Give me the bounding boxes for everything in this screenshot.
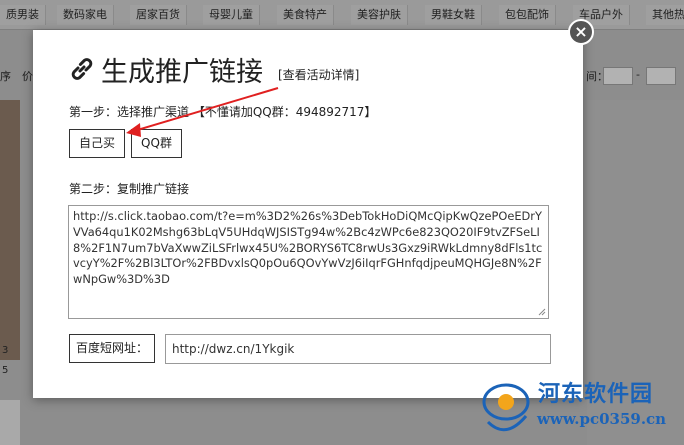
product-text: 3	[2, 345, 9, 356]
category-item[interactable]: 美容护肤	[351, 5, 408, 25]
category-item[interactable]: 数码家电	[57, 5, 114, 25]
promo-link-textarea[interactable]: http://s.click.taobao.com/t?e=m%3D2%26s%…	[68, 205, 549, 319]
watermark-url: www.pc0359.cn	[537, 410, 667, 428]
short-url-label: 百度短网址：	[69, 334, 155, 363]
activity-detail-link[interactable]: [查看活动详情]	[278, 66, 359, 83]
promo-link-dialog: 生成推广链接 [查看活动详情] 第一步：选择推广渠道 【不懂请加QQ群：4948…	[33, 30, 583, 398]
self-buy-button[interactable]: 自己买	[69, 129, 125, 158]
dialog-title: 生成推广链接	[101, 57, 263, 88]
category-item[interactable]: 美食特产	[277, 5, 334, 25]
short-url-field[interactable]: http://dwz.cn/1Ykgik	[165, 334, 551, 364]
resize-handle-icon[interactable]	[538, 308, 546, 316]
category-item[interactable]: 母婴儿童	[203, 5, 260, 25]
sort-label: 序	[0, 70, 11, 83]
step2-label: 第二步：复制推广链接	[69, 182, 190, 196]
category-item[interactable]: 男鞋女鞋	[425, 5, 482, 25]
step1-label: 第一步：选择推广渠道 【不懂请加QQ群：494892717】	[69, 105, 377, 119]
category-item[interactable]: 质男装	[0, 5, 46, 25]
promo-link-text: http://s.click.taobao.com/t?e=m%3D2%26s%…	[73, 209, 543, 287]
product-image[interactable]	[0, 100, 20, 360]
watermark-name: 河东软件园	[538, 381, 654, 407]
product-image[interactable]	[0, 400, 20, 445]
price-max-input[interactable]	[646, 67, 676, 85]
price-sort-label[interactable]: 价	[22, 68, 33, 84]
qq-group-button[interactable]: QQ群	[131, 129, 182, 158]
category-item[interactable]: 居家百货	[130, 5, 187, 25]
category-item[interactable]: 其他热	[646, 5, 684, 25]
price-dash: -	[636, 68, 640, 81]
product-text: 5	[2, 365, 9, 376]
category-item[interactable]: 包包配饰	[499, 5, 556, 25]
price-min-input[interactable]	[603, 67, 633, 85]
close-icon[interactable]: ×	[568, 19, 594, 45]
link-icon	[71, 58, 93, 80]
